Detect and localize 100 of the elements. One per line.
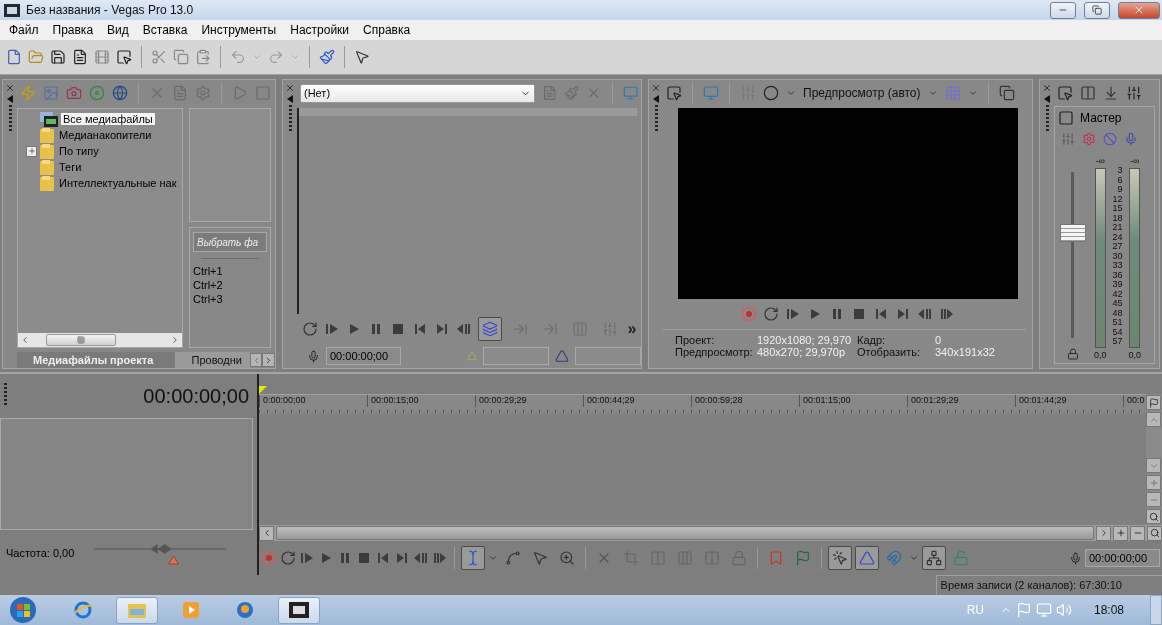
folder-icon[interactable] [127, 601, 147, 619]
play-from-start-icon[interactable] [323, 321, 340, 337]
globe-icon[interactable] [73, 600, 93, 620]
cursor-time-field[interactable]: 00:00:00;00 [1085, 549, 1160, 567]
tree-item[interactable]: Теги [57, 161, 84, 173]
minimize-button[interactable] [1050, 1, 1076, 19]
close-icon[interactable] [651, 83, 661, 93]
stop-icon[interactable] [356, 550, 372, 566]
loop-icon[interactable] [280, 550, 296, 566]
folder-icon[interactable] [28, 49, 44, 65]
menu-item[interactable]: Вид [100, 23, 136, 37]
menu-item[interactable]: Правка [45, 23, 101, 37]
vertical-scrollbar[interactable] [1146, 394, 1162, 525]
caret-icon[interactable] [927, 88, 938, 98]
tree-item[interactable]: Все медиафайлы [61, 113, 155, 125]
loop-icon[interactable] [301, 321, 318, 337]
sliders-icon[interactable] [1061, 132, 1075, 146]
brush-icon[interactable] [319, 49, 335, 65]
menu-item[interactable]: Файл [2, 23, 46, 37]
copy-icon[interactable] [173, 49, 189, 65]
in-point-field[interactable] [483, 347, 549, 365]
skip-forward-icon[interactable] [394, 550, 410, 566]
pointer-icon[interactable] [666, 85, 682, 101]
save-icon[interactable] [50, 49, 66, 65]
tab[interactable]: Медиафайлы проекта [17, 352, 176, 368]
previous-frame-icon[interactable] [413, 550, 429, 566]
play-from-start-icon[interactable] [784, 306, 801, 322]
arrow-down-icon[interactable] [1103, 85, 1119, 101]
sliders-icon[interactable] [1126, 85, 1142, 101]
next-frame-icon[interactable] [432, 550, 448, 566]
collapse-icon[interactable] [287, 95, 293, 103]
tree-item[interactable]: Интеллектуальные нак [57, 177, 179, 189]
loop-icon[interactable] [762, 306, 779, 322]
collapse-icon[interactable] [1044, 95, 1050, 103]
scroll-thumb[interactable] [276, 526, 1094, 540]
restore-icon[interactable] [1092, 5, 1102, 15]
fader-handle[interactable] [1060, 224, 1086, 243]
slider-thumb[interactable] [150, 543, 180, 564]
ban-icon[interactable] [1103, 132, 1117, 146]
taskbar-app[interactable] [278, 596, 320, 624]
record-icon[interactable] [740, 306, 757, 322]
horizontal-scrollbar[interactable] [259, 525, 1162, 541]
pointer-icon[interactable] [1057, 85, 1073, 101]
gear-icon[interactable] [195, 85, 211, 101]
redo-icon[interactable] [268, 49, 284, 65]
caret-icon[interactable] [786, 88, 796, 98]
previous-frame-icon[interactable] [455, 321, 472, 337]
close-icon[interactable] [285, 83, 295, 93]
lock-icon[interactable] [1067, 348, 1079, 360]
close-icon[interactable] [5, 83, 15, 93]
scroll-left-icon[interactable] [20, 335, 30, 345]
microphone-icon[interactable] [1124, 132, 1138, 146]
menu-item[interactable]: Справка [356, 23, 418, 37]
caret-icon[interactable] [290, 52, 300, 62]
gear-icon[interactable] [1082, 132, 1096, 146]
menu-item[interactable]: Вставка [135, 23, 195, 37]
scroll-thumb[interactable] [46, 334, 116, 346]
source-dropdown[interactable]: (Нет) [300, 83, 535, 103]
play-icon[interactable] [232, 85, 248, 101]
play-icon[interactable] [181, 600, 201, 620]
menu-item[interactable]: Настройки [283, 23, 357, 37]
show-desktop-button[interactable] [1150, 595, 1162, 625]
caret-icon[interactable] [252, 52, 262, 62]
monitor-icon[interactable] [622, 85, 638, 101]
next-frame-icon[interactable] [938, 306, 955, 322]
volume-icon[interactable] [1055, 602, 1072, 618]
close-button[interactable] [1118, 1, 1160, 19]
play-from-start-icon[interactable] [299, 550, 315, 566]
collapse-icon[interactable] [7, 95, 13, 103]
caret-icon[interactable] [967, 88, 978, 98]
globe-icon[interactable] [112, 85, 128, 101]
menu-item[interactable]: Инструменты [194, 23, 284, 37]
document-icon[interactable] [72, 49, 88, 65]
square-icon[interactable] [1058, 110, 1074, 126]
out-point-field[interactable] [575, 347, 641, 365]
close-icon[interactable] [1133, 4, 1145, 16]
caret-icon[interactable] [909, 553, 919, 563]
previous-frame-icon[interactable] [916, 306, 933, 322]
globe-icon[interactable] [235, 600, 255, 620]
record-icon[interactable] [261, 550, 277, 566]
undo-icon[interactable] [230, 49, 246, 65]
image-icon[interactable] [43, 85, 59, 101]
flag-icon[interactable] [1015, 602, 1032, 618]
pointer-icon[interactable] [116, 49, 132, 65]
more-button[interactable]: » [627, 320, 637, 338]
paste-icon[interactable] [195, 49, 211, 65]
scrollbar[interactable] [18, 333, 182, 347]
circle-icon[interactable] [763, 85, 779, 101]
new-file-icon[interactable] [6, 49, 22, 65]
skip-back-icon[interactable] [375, 550, 391, 566]
columns-icon[interactable] [1080, 85, 1096, 101]
tree-item[interactable]: Медианакопители [57, 129, 154, 141]
film-icon[interactable] [289, 602, 309, 618]
cut-icon[interactable] [151, 49, 167, 65]
tree-item[interactable]: По типу [57, 145, 101, 157]
close-icon[interactable] [1042, 83, 1052, 93]
caret-icon[interactable] [488, 553, 498, 563]
time-field[interactable]: 00:00:00;00 [326, 347, 401, 365]
restore-button[interactable] [1084, 1, 1110, 19]
copy-icon[interactable] [998, 85, 1015, 101]
